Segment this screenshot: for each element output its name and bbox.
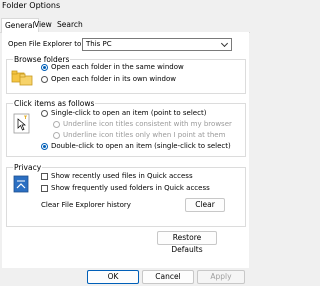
option-underline-point[interactable]: Underline icon titles only when I point … (63, 131, 225, 139)
radio-single-click[interactable] (41, 110, 48, 117)
tab-view[interactable]: View (34, 18, 52, 31)
clear-history-label: Clear File Explorer history (41, 201, 131, 209)
open-explorer-dropdown[interactable]: This PC (82, 38, 232, 51)
apply-button[interactable]: Apply (197, 270, 245, 284)
open-explorer-value: This PC (86, 40, 112, 48)
option-single-click[interactable]: Single-click to open an item (point to s… (51, 109, 206, 117)
privacy-icon (13, 175, 29, 193)
radio-underline-consistent[interactable] (53, 121, 60, 128)
tab-strip: General View Search (0, 18, 250, 33)
privacy-group: Privacy Show recently used files in Quic… (6, 163, 246, 227)
option-recent-files[interactable]: Show recently used files in Quick access (51, 172, 193, 180)
general-panel: Open File Explorer to: This PC Browse fo… (2, 32, 249, 268)
option-double-click[interactable]: Double-click to open an item (single-cli… (51, 142, 231, 150)
radio-underline-point[interactable] (53, 132, 60, 139)
radio-own-window[interactable] (41, 76, 48, 83)
radio-same-window[interactable] (41, 64, 48, 71)
open-explorer-label: Open File Explorer to: (8, 40, 84, 48)
cursor-click-icon (13, 113, 30, 134)
tab-general[interactable]: General (1, 18, 39, 33)
radio-double-click[interactable] (41, 143, 48, 150)
click-items-group: Click items as follows Single-click to o… (6, 99, 246, 157)
browse-folders-group: Browse folders Open each folder in the s… (6, 55, 246, 94)
tab-search[interactable]: Search (57, 18, 83, 31)
checkbox-frequent-folders[interactable] (41, 185, 48, 192)
ok-button[interactable]: OK (87, 270, 139, 284)
clear-button[interactable]: Clear (185, 198, 225, 212)
click-items-title: Click items as follows (13, 99, 96, 108)
chevron-down-icon (220, 39, 229, 48)
privacy-title: Privacy (13, 163, 43, 172)
window-title: Folder Options (2, 1, 61, 10)
option-own-window[interactable]: Open each folder in its own window (51, 75, 176, 83)
option-frequent-folders[interactable]: Show frequently used folders in Quick ac… (51, 184, 210, 192)
folder-windows-icon (11, 70, 33, 86)
checkbox-recent-files[interactable] (41, 173, 48, 180)
cancel-button[interactable]: Cancel (142, 270, 194, 284)
option-underline-consistent[interactable]: Underline icon titles consistent with my… (63, 120, 232, 128)
option-same-window[interactable]: Open each folder in the same window (51, 63, 184, 71)
restore-defaults-button[interactable]: Restore Defaults (157, 231, 217, 254)
